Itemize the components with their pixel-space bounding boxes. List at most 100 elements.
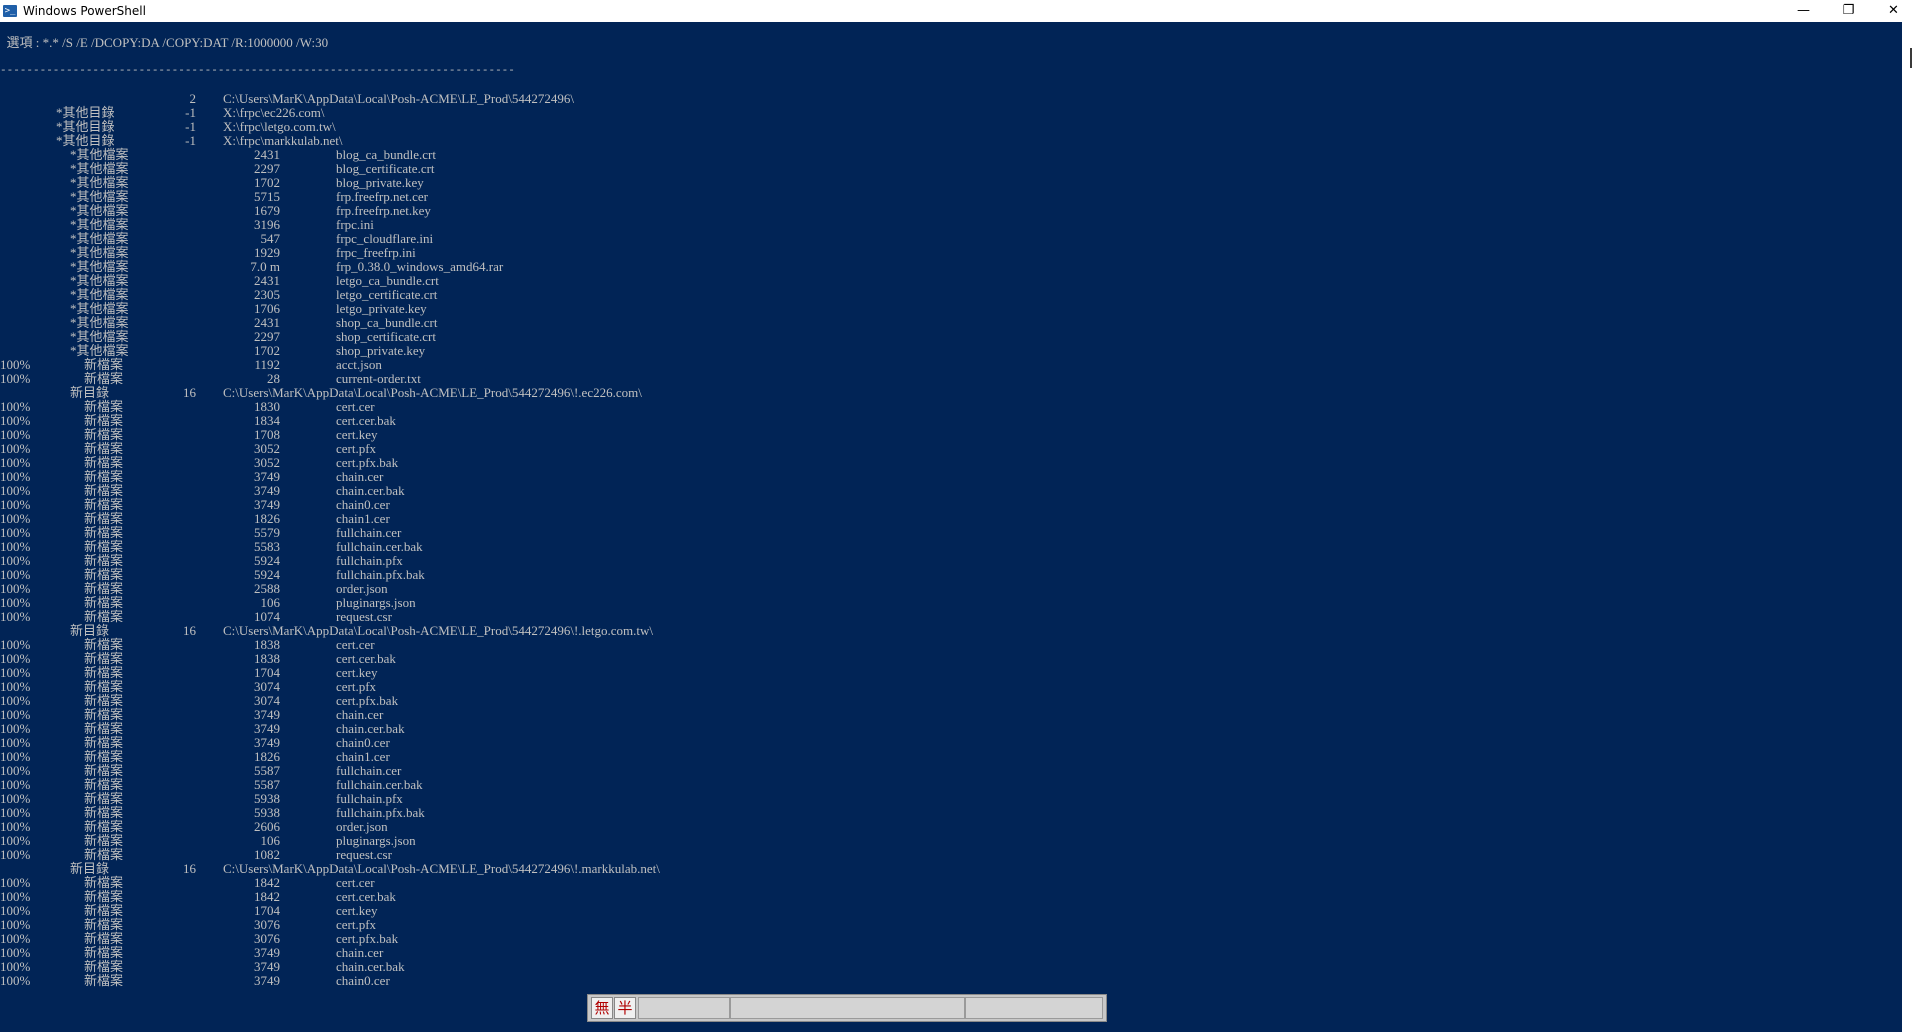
percent-cell: 100% [0,609,31,624]
directory-path: X:\frpc\ec226.com\ [223,105,325,120]
size-cell: 3074 [254,693,280,708]
size-cell: 2431 [254,273,280,288]
console-output[interactable]: 選項 : *.* /S /E /DCOPY:DA /COPY:DAT /R:10… [0,22,1902,1032]
status-cell: 新檔案 [84,931,124,946]
count-cell: -1 [185,119,196,134]
status-cell: 新檔案 [84,763,124,778]
percent-cell: 100% [0,917,31,932]
scroll-thumb[interactable] [1910,48,1912,68]
minimize-button[interactable]: — [1781,0,1826,22]
percent-cell: 100% [0,427,31,442]
percent-cell: 100% [0,469,31,484]
file-name: blog_ca_bundle.crt [336,147,436,162]
status-cell: *其他目錄 [56,133,115,148]
size-cell: 5924 [254,553,280,568]
file-name: frp.freefrp.net.key [336,203,431,218]
ime-width-button[interactable]: 半 [614,997,636,1019]
status-cell: 新檔案 [84,805,124,820]
close-button[interactable]: ✕ [1871,0,1916,22]
status-cell: 新檔案 [84,525,124,540]
file-name: cert.cer.bak [336,651,396,666]
status-cell: 新檔案 [84,483,124,498]
file-name: fullchain.pfx [336,791,403,806]
percent-cell: 100% [0,903,31,918]
file-name: cert.cer.bak [336,413,396,428]
size-cell: 1830 [254,399,280,414]
status-cell: 新檔案 [84,455,124,470]
percent-cell: 100% [0,413,31,428]
maximize-button[interactable]: ❐ [1826,0,1871,22]
file-name: cert.key [336,665,378,680]
count-cell: 16 [183,623,196,638]
count-cell: 16 [183,861,196,876]
file-name: chain.cer.bak [336,959,405,974]
file-name: fullchain.cer.bak [336,777,423,792]
size-cell: 3074 [254,679,280,694]
percent-cell: 100% [0,651,31,666]
percent-cell: 100% [0,945,31,960]
vertical-scrollbar[interactable] [1902,22,1920,1032]
status-cell: 新檔案 [84,665,124,680]
count-cell: -1 [185,133,196,148]
robocopy-options-line: 選項 : *.* /S /E /DCOPY:DA /COPY:DAT /R:10… [0,35,329,50]
percent-cell: 100% [0,567,31,582]
status-cell: *其他檔案 [70,231,129,246]
status-cell: 新檔案 [84,679,124,694]
size-cell: 1704 [254,665,280,680]
file-name: fullchain.cer [336,763,402,778]
file-name: fullchain.cer [336,525,402,540]
percent-cell: 100% [0,707,31,722]
percent-cell: 100% [0,777,31,792]
file-name: cert.cer [336,875,375,890]
status-cell: 新檔案 [84,707,124,722]
size-cell: 3076 [254,917,280,932]
status-cell: 新檔案 [84,553,124,568]
size-cell: 1929 [254,245,280,260]
size-cell: 28 [267,371,280,386]
file-name: fullchain.cer.bak [336,539,423,554]
file-name: fullchain.pfx.bak [336,805,425,820]
status-cell: 新檔案 [84,497,124,512]
ime-toolbar: 無 半 [587,994,1107,1022]
size-cell: 5715 [254,189,280,204]
size-cell: 3076 [254,931,280,946]
percent-cell: 100% [0,763,31,778]
percent-cell: 100% [0,595,31,610]
ime-mode-button[interactable]: 無 [591,997,613,1019]
file-name: cert.pfx [336,917,377,932]
title-bar: >_ Windows PowerShell — ❐ ✕ [0,0,1920,22]
directory-path: C:\Users\MarK\AppData\Local\Posh-ACME\LE… [223,91,574,106]
percent-cell: 100% [0,721,31,736]
file-name: pluginargs.json [336,595,416,610]
size-cell: 1838 [254,651,280,666]
percent-cell: 100% [0,833,31,848]
status-cell: *其他檔案 [70,315,129,330]
file-name: chain0.cer [336,973,390,988]
file-name: shop_ca_bundle.crt [336,315,438,330]
file-name: chain1.cer [336,511,390,526]
size-cell: 5938 [254,805,280,820]
status-cell: 新檔案 [84,973,124,988]
file-name: fullchain.pfx [336,553,403,568]
count-cell: 16 [183,385,196,400]
file-name: cert.key [336,903,378,918]
status-cell: 新檔案 [84,567,124,582]
size-cell: 3749 [254,469,280,484]
percent-cell: 100% [0,805,31,820]
count-cell: 2 [189,91,197,106]
size-cell: 106 [260,595,281,610]
file-name: letgo_ca_bundle.crt [336,273,439,288]
status-cell: 新檔案 [84,777,124,792]
status-cell: 新檔案 [84,791,124,806]
file-name: frpc_freefrp.ini [336,245,416,260]
size-cell: 1826 [254,749,280,764]
file-name: chain.cer [336,469,384,484]
size-cell: 1834 [254,413,280,428]
file-name: chain.cer.bak [336,483,405,498]
size-cell: 1702 [254,175,280,190]
size-cell: 5924 [254,567,280,582]
percent-cell: 100% [0,539,31,554]
file-name: blog_private.key [336,175,424,190]
status-cell: 新檔案 [84,903,124,918]
file-name: chain0.cer [336,735,390,750]
